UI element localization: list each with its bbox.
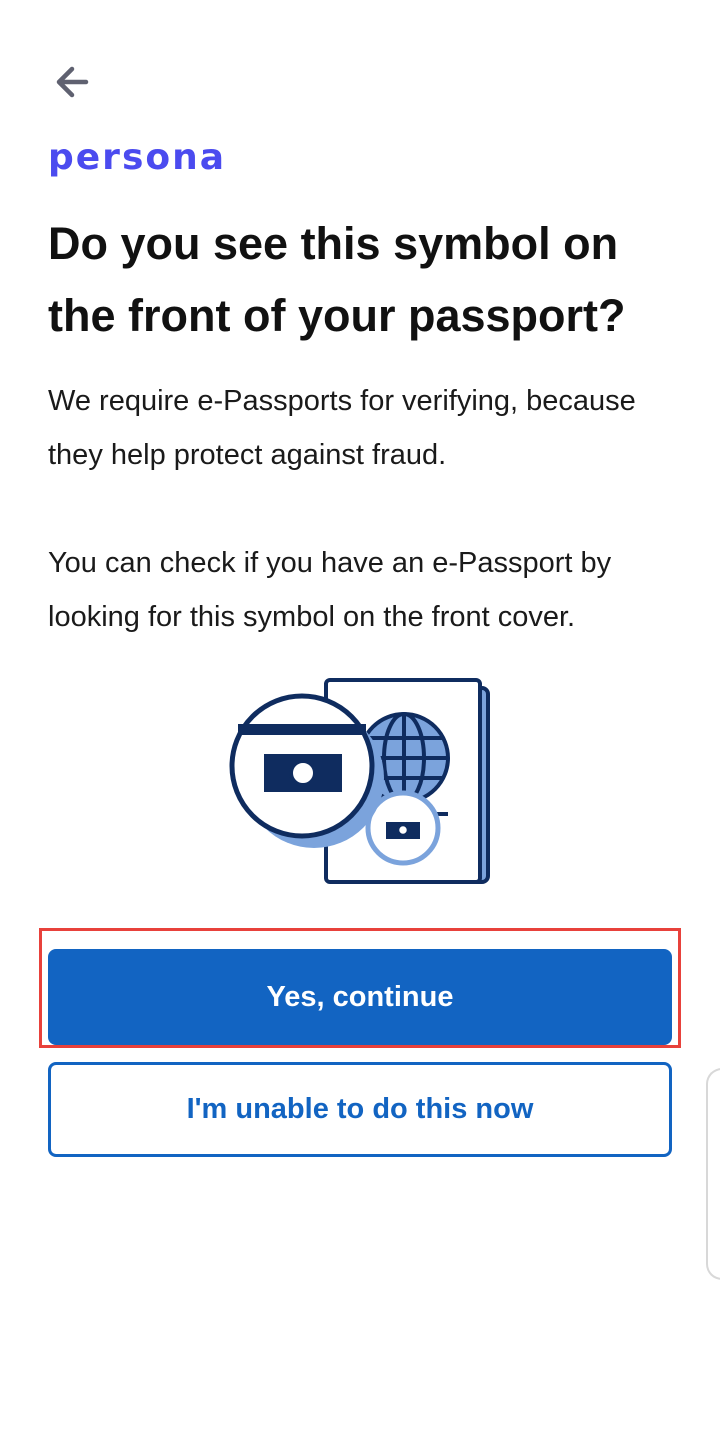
- e-passport-symbol-illustration: [229, 678, 490, 884]
- persona-logo: persona: [48, 137, 227, 178]
- page-title: Do you see this symbol on the front of y…: [48, 218, 626, 341]
- unable-to-do-now-button[interactable]: I'm unable to do this now: [48, 1062, 672, 1157]
- back-button[interactable]: [44, 54, 100, 110]
- edge-panel-handle[interactable]: [706, 1068, 720, 1280]
- description-paragraph: We require e-Passports for verifying, be…: [48, 385, 636, 471]
- yes-continue-button[interactable]: Yes, continue: [48, 949, 672, 1045]
- arrow-left-icon: [56, 66, 89, 98]
- instruction-paragraph: You can check if you have an e-Passport …: [48, 547, 612, 633]
